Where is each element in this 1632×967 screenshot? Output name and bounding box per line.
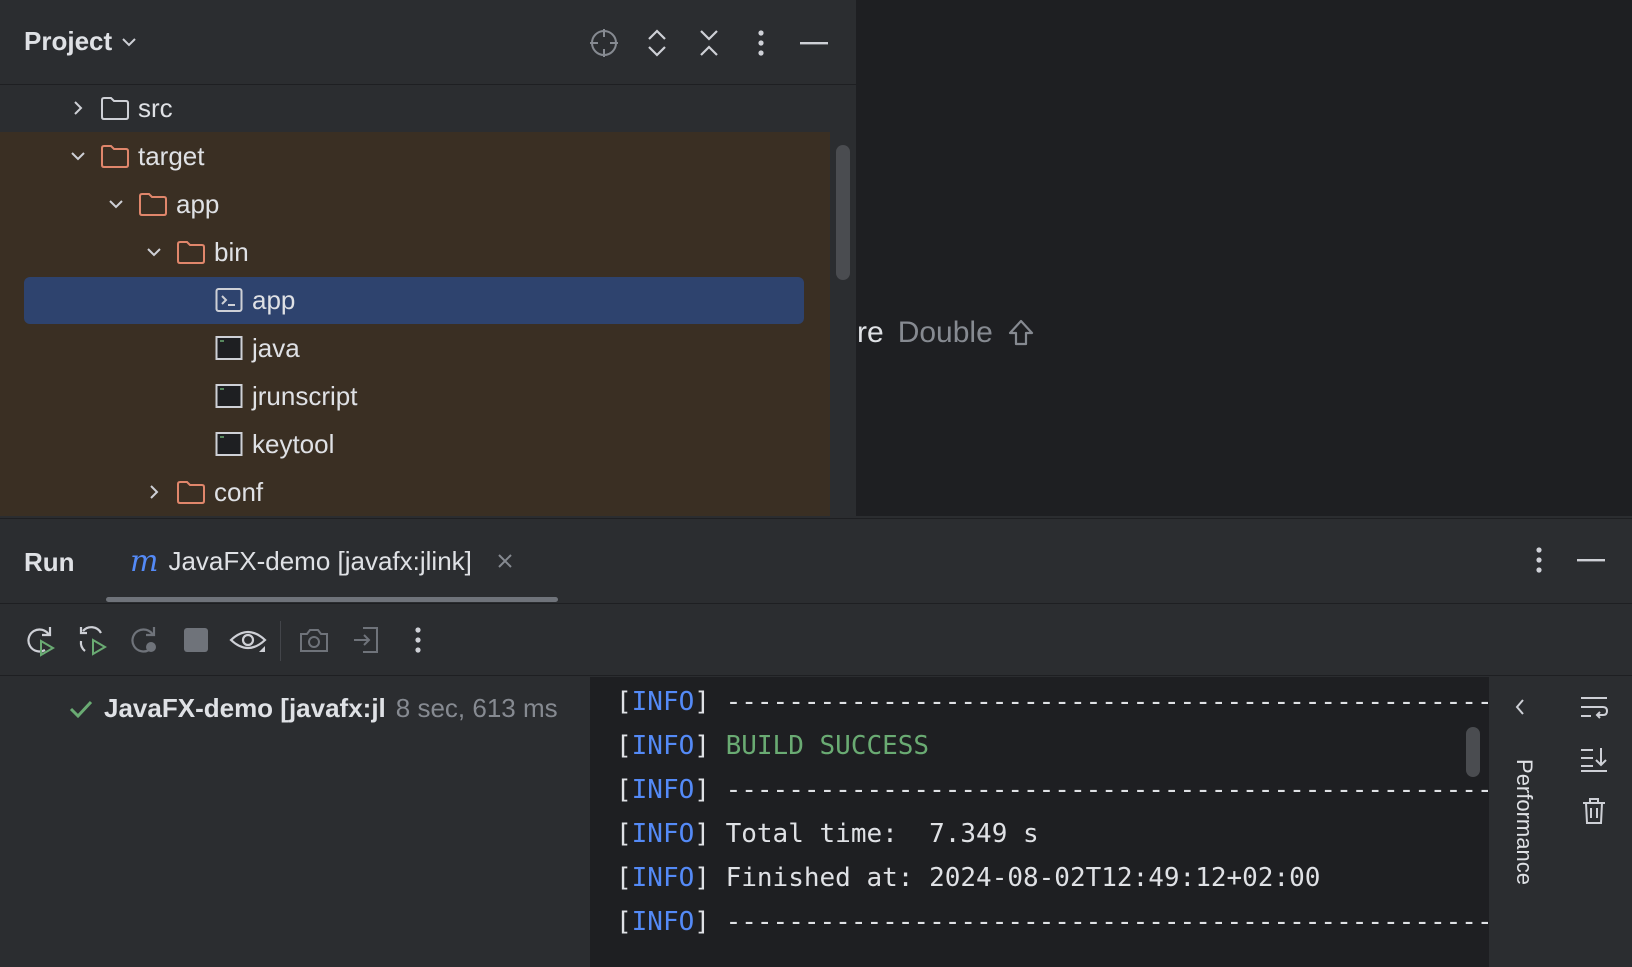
minimize-icon[interactable] — [797, 26, 831, 60]
expand-all-icon[interactable] — [640, 26, 674, 60]
folder-icon — [100, 93, 130, 123]
console-line: [INFO] ---------------------------------… — [616, 687, 1490, 717]
rerun-icon[interactable] — [20, 620, 60, 660]
tree-item-label: conf — [214, 477, 263, 508]
executable-file-icon — [214, 429, 244, 459]
tree-item-label: bin — [214, 237, 249, 268]
scroll-to-end-icon[interactable] — [1574, 739, 1614, 779]
project-header: Project — [0, 0, 856, 85]
stop-icon[interactable] — [176, 620, 216, 660]
tree-item-conf[interactable]: conf — [0, 468, 970, 516]
tree-item-src[interactable]: src — [0, 84, 894, 132]
project-title: Project — [24, 26, 112, 57]
performance-label: Performance — [1511, 752, 1537, 892]
project-view-selector[interactable]: Project — [24, 26, 138, 57]
excluded-folder-icon — [100, 141, 130, 171]
run-configuration-tab[interactable]: m JavaFX-demo [javafx:jlink] — [130, 543, 514, 579]
console-line: [INFO] Total time: 7.349 s — [616, 819, 1039, 849]
console-scrollbar[interactable] — [1466, 727, 1480, 777]
toolbar-separator — [280, 621, 281, 661]
chevron-down-icon[interactable] — [102, 190, 130, 218]
hint-text-fragment: re — [857, 316, 884, 350]
run-tab-bar: Run m JavaFX-demo [javafx:jlink] — [0, 519, 1632, 604]
run-result-item[interactable]: JavaFX-demo [javafx:jl 8 sec, 613 ms — [68, 693, 558, 724]
tree-item-label: jrunscript — [252, 381, 357, 412]
performance-tab[interactable]: Performance — [1504, 739, 1538, 909]
project-tool-window: Project src target app — [0, 0, 857, 516]
hint-shortcut: Double — [898, 316, 993, 350]
console-line: [INFO] ---------------------------------… — [616, 775, 1490, 805]
console-output[interactable]: [INFO] ---------------------------------… — [590, 677, 1490, 967]
success-check-icon — [68, 698, 94, 720]
console-line: [INFO] ---------------------------------… — [616, 907, 1490, 937]
active-tab-indicator — [106, 597, 558, 602]
run-result-time: 8 sec, 613 ms — [396, 693, 558, 724]
editor-area — [857, 0, 1632, 516]
executable-file-icon — [214, 381, 244, 411]
more-options-icon[interactable] — [744, 26, 778, 60]
more-options-icon[interactable] — [398, 620, 438, 660]
watch-icon[interactable] — [228, 620, 268, 660]
run-result-name: JavaFX-demo [javafx:jl — [104, 693, 386, 724]
run-results-tree: JavaFX-demo [javafx:jl 8 sec, 613 ms — [0, 677, 590, 967]
chevron-right-icon[interactable] — [64, 94, 92, 122]
clear-all-icon[interactable] — [1574, 791, 1614, 831]
exit-icon[interactable] — [346, 620, 386, 660]
tree-item-label: java — [252, 333, 300, 364]
camera-icon[interactable] — [294, 620, 334, 660]
tree-item-label: src — [138, 93, 173, 124]
soft-wrap-icon[interactable] — [1574, 687, 1614, 727]
rerun-failed-icon[interactable] — [72, 620, 112, 660]
locate-icon[interactable] — [587, 26, 621, 60]
chevron-right-icon[interactable] — [140, 478, 168, 506]
excluded-folder-icon — [138, 189, 168, 219]
tree-item-bin[interactable]: bin — [0, 228, 970, 276]
chevron-left-icon[interactable] — [1500, 687, 1540, 727]
minimize-icon[interactable] — [1574, 543, 1608, 577]
excluded-folder-icon — [176, 237, 206, 267]
project-scrollbar[interactable] — [836, 145, 850, 280]
shift-key-icon — [1007, 318, 1035, 348]
collapse-all-icon[interactable] — [692, 26, 726, 60]
run-tool-window: Run m JavaFX-demo [javafx:jlink] — [0, 518, 1632, 967]
tree-item-label: app — [252, 285, 295, 316]
console-line: [INFO] BUILD SUCCESS — [616, 731, 929, 761]
console-line: [INFO] Finished at: 2024-08-02T12:49:12+… — [616, 863, 1320, 893]
excluded-folder-icon — [176, 477, 206, 507]
run-title: Run — [24, 547, 75, 578]
editor-empty-hint: re Double — [857, 316, 1035, 350]
run-tab-label: JavaFX-demo [javafx:jlink] — [168, 546, 471, 577]
chevron-down-icon[interactable] — [64, 142, 92, 170]
tree-item-label: target — [138, 141, 205, 172]
chevron-down-icon — [120, 33, 138, 51]
maven-icon: m — [130, 544, 158, 579]
shell-script-icon — [214, 285, 244, 315]
tree-item-app-folder[interactable]: app — [0, 180, 932, 228]
close-icon[interactable] — [496, 552, 514, 570]
tree-item-label: keytool — [252, 429, 334, 460]
more-options-icon[interactable] — [1522, 543, 1556, 577]
chevron-down-icon[interactable] — [140, 238, 168, 266]
tree-item-label: app — [176, 189, 219, 220]
executable-file-icon — [214, 333, 244, 363]
restart-icon[interactable] — [124, 620, 164, 660]
tree-item-target[interactable]: target — [0, 132, 894, 180]
run-toolbar — [0, 605, 1632, 676]
